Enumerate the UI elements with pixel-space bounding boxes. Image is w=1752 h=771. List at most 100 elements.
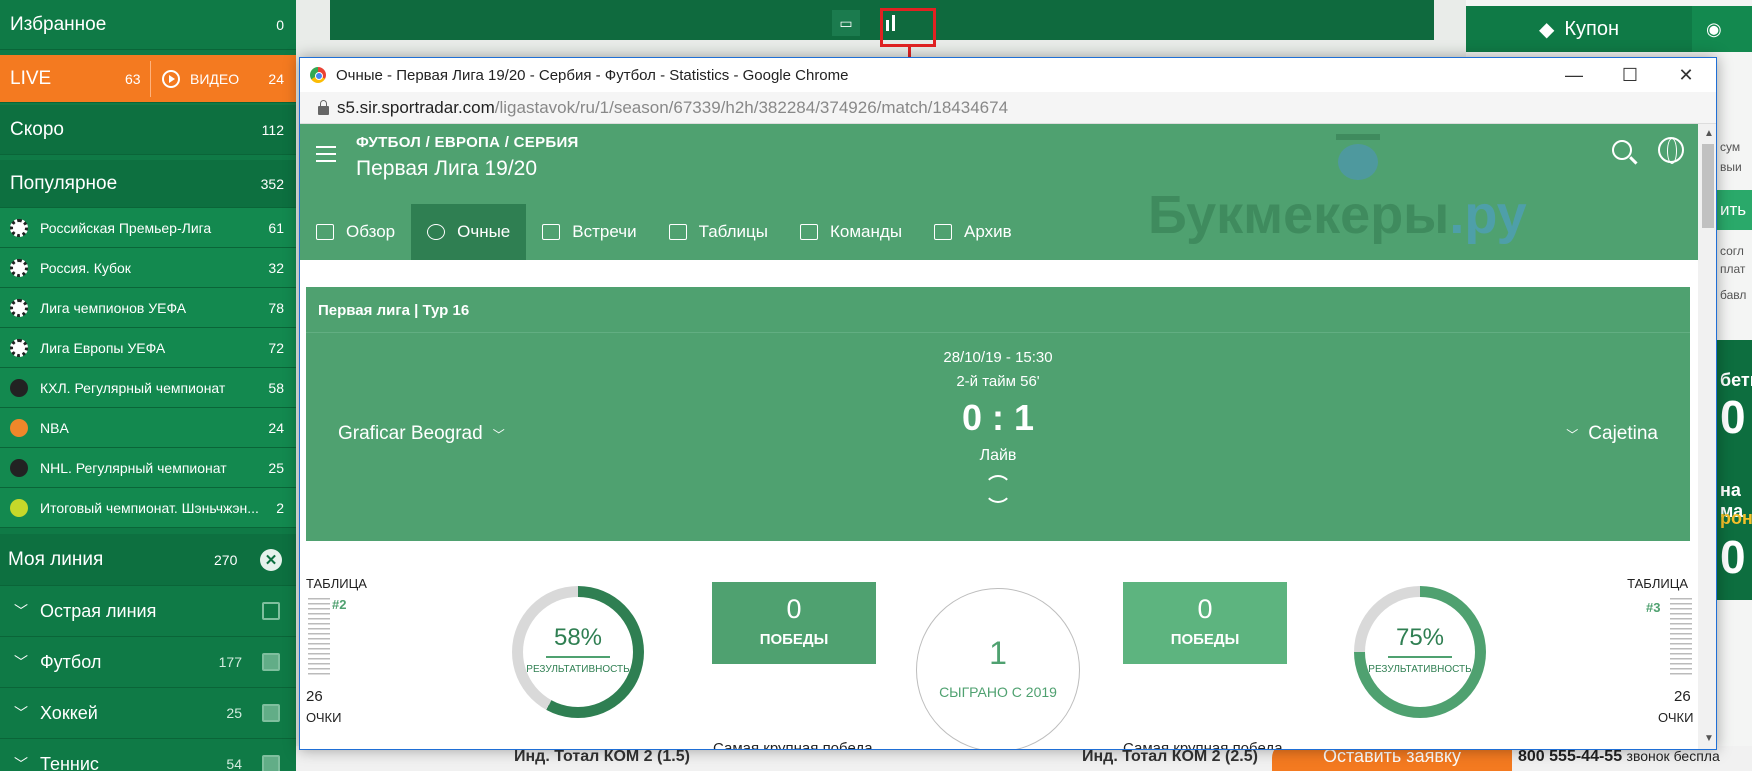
scroll-up-icon[interactable]: ▲ xyxy=(1704,128,1714,139)
sidebar-sport-item[interactable]: NHL. Регулярный чемпионат 25 xyxy=(0,448,296,488)
sidebar-sport-item[interactable]: Россия. Кубок 32 xyxy=(0,248,296,288)
scrollbar-thumb[interactable] xyxy=(1702,144,1714,228)
away-points: 26 xyxy=(1674,688,1691,705)
football-icon xyxy=(10,298,28,317)
sidebar-sport-item[interactable]: Итоговый чемпионат. Шэньчжэн... 2 xyxy=(0,488,296,528)
tab-tables[interactable]: Таблицы xyxy=(653,204,784,260)
football-icon xyxy=(10,338,28,357)
chevron-down-icon: ﹀ xyxy=(14,603,28,619)
checkbox[interactable] xyxy=(262,653,280,671)
sub-label: Острая линия xyxy=(40,600,157,621)
partial-text: плат xyxy=(1720,262,1746,276)
coupon-label: Купон xyxy=(1564,17,1620,40)
basketball-icon xyxy=(10,418,28,437)
url-path: /ligastavok/ru/1/season/67339/h2h/382284… xyxy=(494,97,1009,117)
sidebar-sub-item[interactable]: ﹀ Теннис 54 xyxy=(0,739,296,771)
tab-archive[interactable]: Архив xyxy=(918,204,1028,260)
menu-icon[interactable] xyxy=(316,146,336,162)
phone-note: звонок беспла xyxy=(1626,748,1720,764)
biggest-win-label-away: Самая крупная победа xyxy=(1123,740,1283,750)
sidebar-sport-item[interactable]: Лига Европы УЕФА 72 xyxy=(0,328,296,368)
scrollbar[interactable]: ▲ ▼ xyxy=(1698,124,1716,749)
sport-label: КХЛ. Регулярный чемпионат xyxy=(40,379,226,396)
checkbox[interactable] xyxy=(262,602,280,620)
home-rank: #2 xyxy=(332,597,347,612)
sidebar-sport-item[interactable]: Российская Премьер-Лига 61 xyxy=(0,208,296,248)
sidebar-sub-item[interactable]: ﹀ Острая линия xyxy=(0,586,296,637)
tab-h2h[interactable]: Очные xyxy=(411,204,527,260)
sidebar-item-favorites[interactable]: Избранное 0 xyxy=(0,0,296,50)
sidebar-sub-item[interactable]: ﹀ Футбол 177 xyxy=(0,637,296,688)
tab-label: Команды xyxy=(830,222,903,241)
lock-icon xyxy=(318,100,329,115)
watermark-suffix: .ру xyxy=(1449,185,1527,245)
folder-icon xyxy=(934,224,953,240)
match-period: 2-й тайм 56' xyxy=(956,373,1040,390)
address-bar[interactable]: s5.sir.sportradar.com/ligastavok/ru/1/se… xyxy=(300,92,1716,124)
coupon-button[interactable]: ◆ Купон xyxy=(1466,6,1692,52)
sidebar-sport-item[interactable]: NBA 24 xyxy=(0,408,296,448)
tab-label: Архив xyxy=(964,222,1012,241)
video-button[interactable]: ВИДЕО xyxy=(162,69,239,88)
video-count: 24 xyxy=(268,70,284,87)
tab-overview[interactable]: Обзор xyxy=(300,204,411,260)
tab-label: Таблицы xyxy=(698,222,769,241)
home-effectiveness-value: 58% xyxy=(553,624,603,651)
sidebar-item-live[interactable]: LIVE 63 ВИДЕО 24 xyxy=(0,55,296,103)
sub-count: 177 xyxy=(218,654,242,670)
globe-settings-icon[interactable] xyxy=(1658,137,1684,164)
home-wins-box: 0 ПОБЕДЫ xyxy=(712,582,876,664)
sidebar-sport-item[interactable]: Лига чемпионов УЕФА 78 xyxy=(0,288,296,328)
away-effectiveness-value: 75% xyxy=(1395,624,1445,651)
checkbox[interactable] xyxy=(262,704,280,722)
away-rank: #3 xyxy=(1646,600,1661,615)
partial-text: бавл xyxy=(1720,288,1747,302)
watermark-logo-icon xyxy=(1336,134,1380,180)
my-line-count: 270 xyxy=(214,551,238,568)
scroll-down-icon[interactable]: ▼ xyxy=(1704,733,1714,744)
tab-label: Встречи xyxy=(572,222,637,241)
favorites-label: Избранное xyxy=(10,13,107,35)
popular-label: Популярное xyxy=(10,172,118,194)
eye-tab[interactable]: ◉ xyxy=(1692,6,1752,52)
close-button[interactable]: ✕ xyxy=(1658,58,1714,92)
sidebar-item-soon[interactable]: Скоро 112 xyxy=(0,105,296,155)
field-icon[interactable]: ▭ xyxy=(832,10,860,36)
away-wins-box: 0 ПОБЕДЫ xyxy=(1123,582,1287,664)
checkbox[interactable] xyxy=(262,755,280,771)
match-datetime: 28/10/19 - 15:30 xyxy=(943,349,1053,366)
tennis-ball-icon xyxy=(10,498,28,517)
sport-count: 72 xyxy=(268,339,284,356)
wins-label: ПОБЕДЫ xyxy=(759,631,829,648)
hockey-puck-icon xyxy=(10,458,28,477)
sport-label: NHL. Регулярный чемпионат xyxy=(40,459,227,476)
close-icon[interactable]: ✕ xyxy=(260,548,282,571)
search-icon[interactable] xyxy=(1612,140,1632,160)
overview-icon xyxy=(316,224,334,240)
ring-divider xyxy=(1388,656,1452,658)
window-titlebar[interactable]: Очные - Первая Лига 19/20 - Сербия - Фут… xyxy=(300,58,1716,92)
away-team[interactable]: ﹀ Cajetina xyxy=(1566,423,1658,445)
ring-divider xyxy=(546,656,610,658)
sidebar-item-popular[interactable]: Популярное 352 xyxy=(0,160,296,208)
bet-label-left[interactable]: Инд. Тотал КОМ 2 (1.5) xyxy=(514,748,690,766)
away-team-name: Cajetina xyxy=(1588,423,1658,444)
minimize-button[interactable]: — xyxy=(1546,58,1602,92)
tab-matches[interactable]: Встречи xyxy=(526,204,652,260)
soon-count: 112 xyxy=(261,121,284,138)
sidebar-sport-item[interactable]: КХЛ. Регулярный чемпионат 58 xyxy=(0,368,296,408)
sport-count: 58 xyxy=(268,379,284,396)
maximize-button[interactable]: ☐ xyxy=(1602,58,1658,92)
partial-button[interactable]: ить xyxy=(1716,190,1752,230)
sidebar-sub-item[interactable]: ﹀ Хоккей 25 xyxy=(0,688,296,739)
bet-label-right[interactable]: Инд. Тотал КОМ 2 (2.5) xyxy=(1082,748,1258,766)
partial-text: сум xyxy=(1720,140,1741,154)
refresh-icon[interactable] xyxy=(984,475,1012,503)
breadcrumb[interactable]: ФУТБОЛ / ЕВРОПА / СЕРБИЯ xyxy=(356,134,579,151)
sidebar-item-my-line[interactable]: Моя линия 270 ✕ xyxy=(0,534,296,586)
tab-teams[interactable]: Команды xyxy=(784,204,918,260)
url-host: s5.sir.sportradar.com xyxy=(337,97,495,117)
promo-banner[interactable]: бетн 0 на ма ронд 0 xyxy=(1716,340,1752,600)
promo-text: 0 xyxy=(1720,391,1746,443)
home-team[interactable]: Graficar Beograd ﹀ xyxy=(338,423,505,445)
